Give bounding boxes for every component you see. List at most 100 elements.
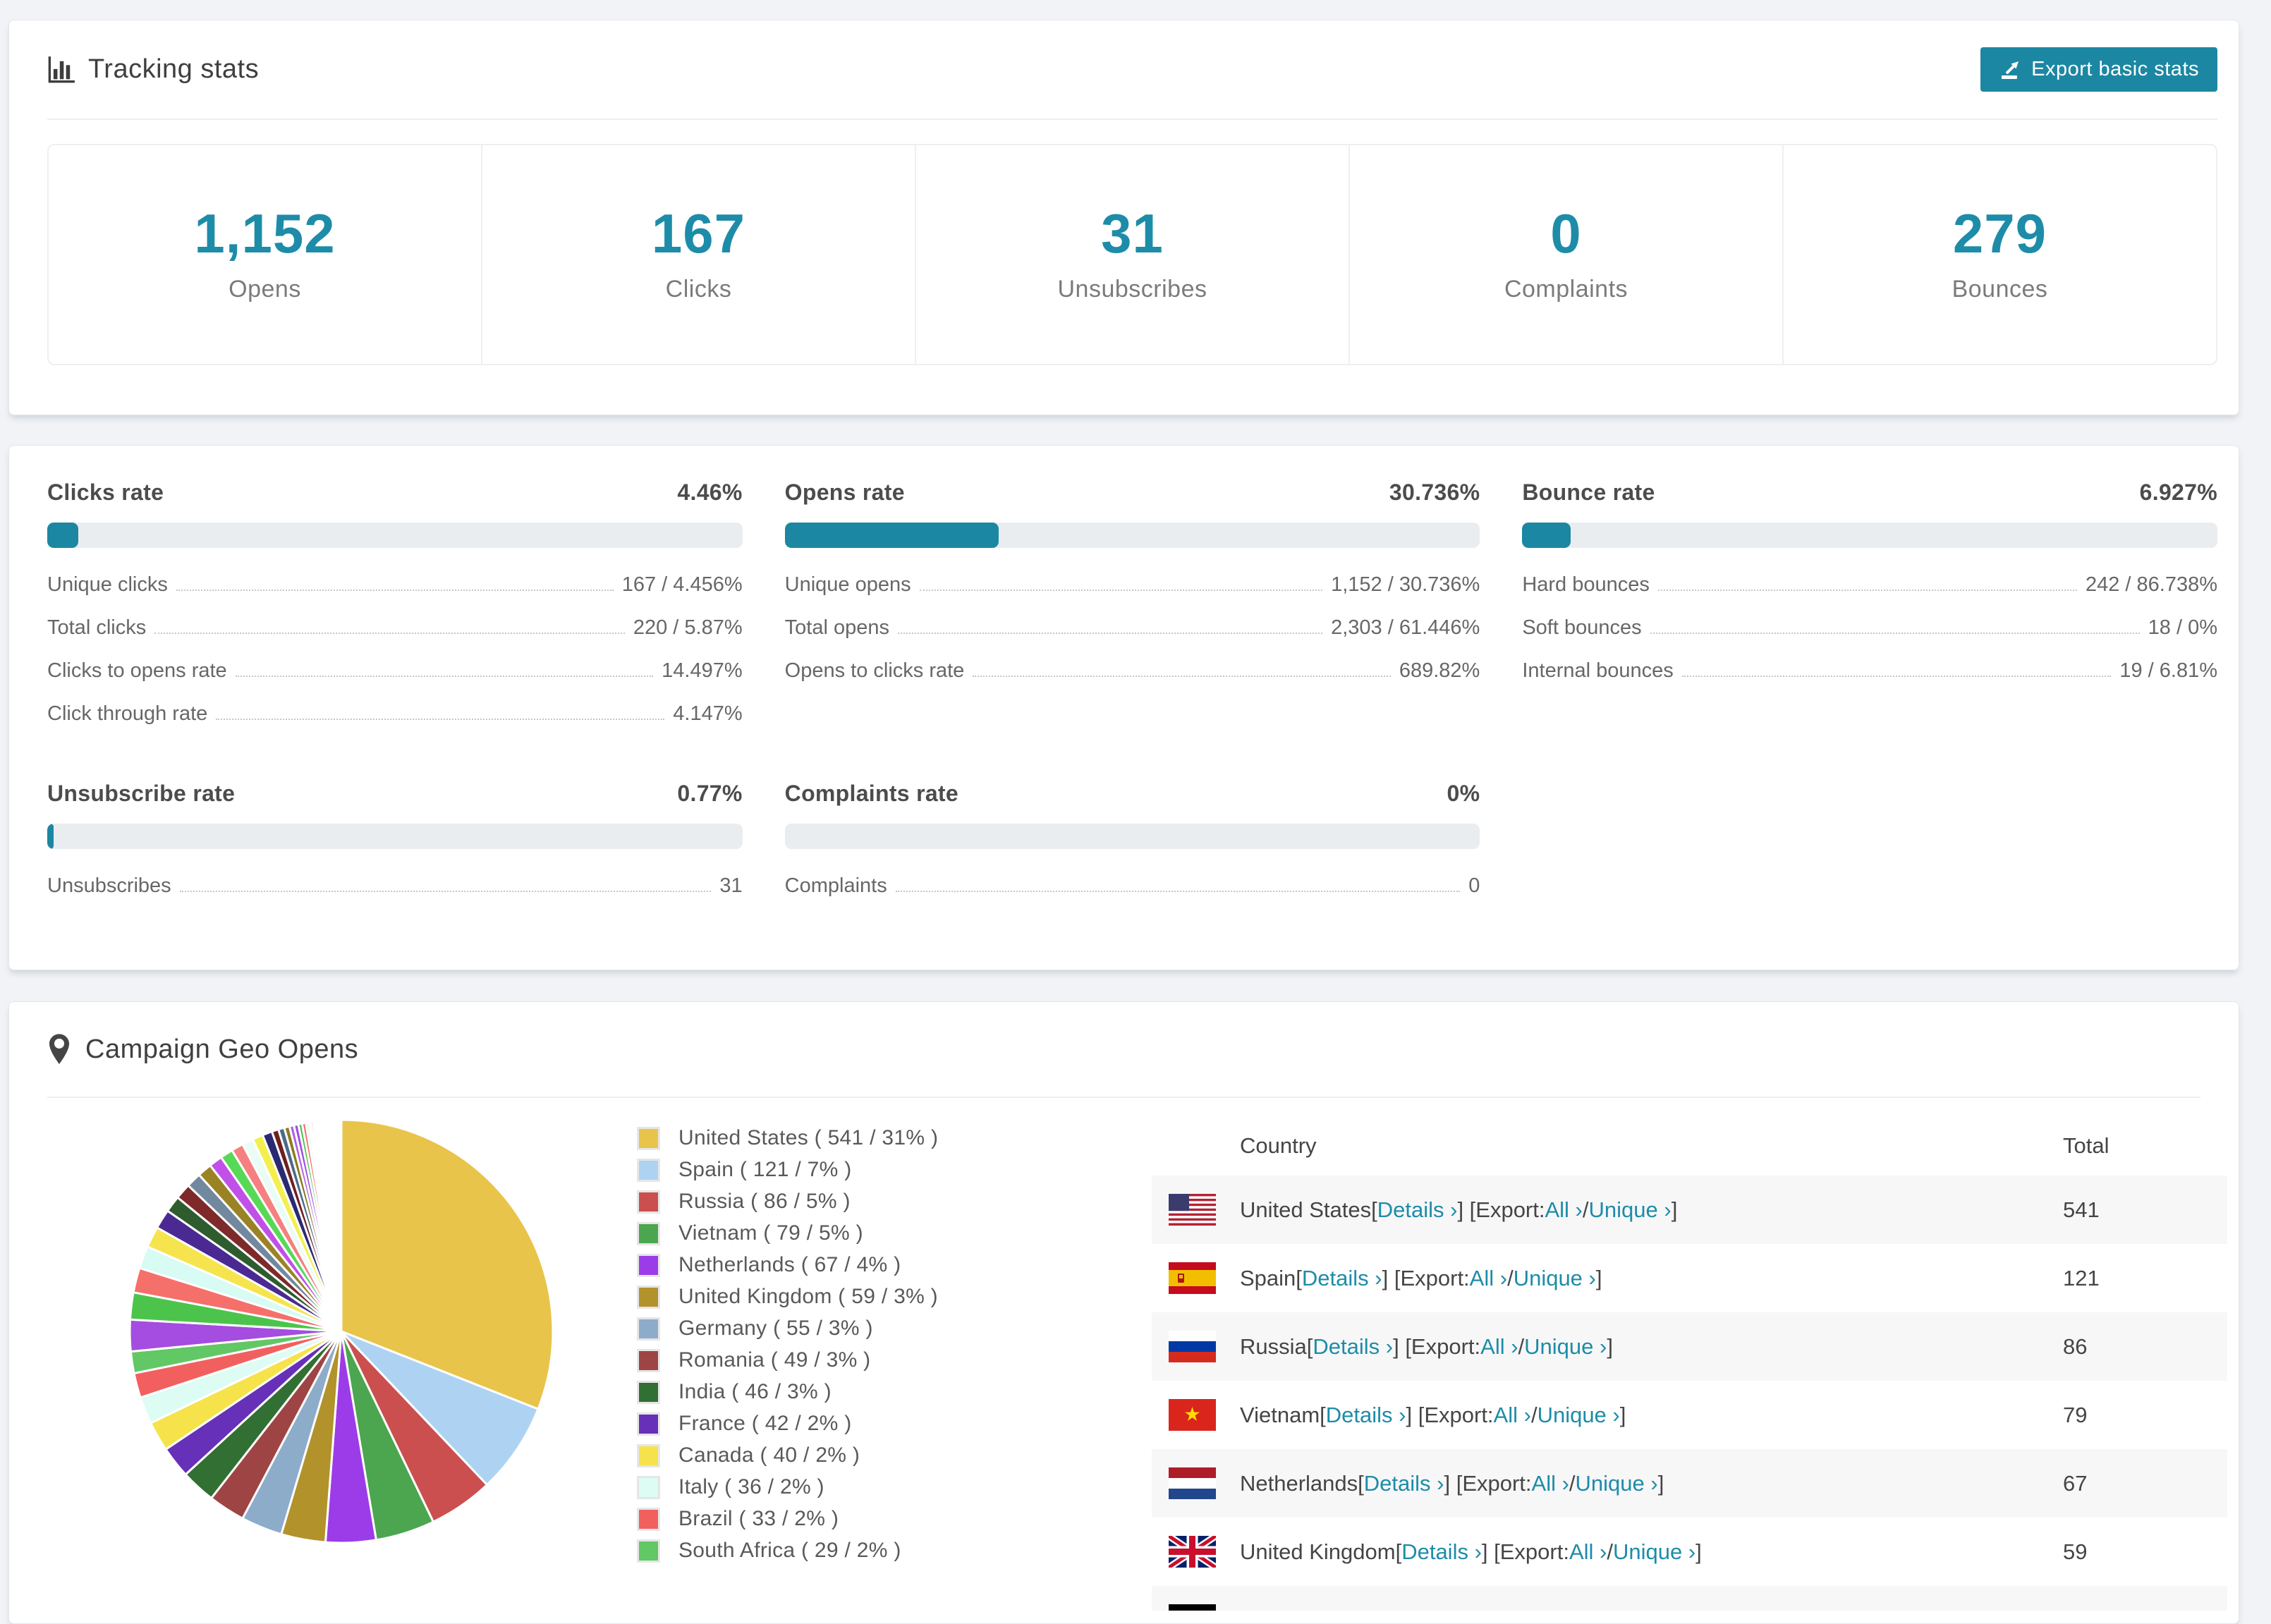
legend-label: India ( 46 / 3% )	[678, 1380, 832, 1403]
rate-title: Clicks rate	[47, 480, 164, 505]
rate-row: Hard bounces 242 / 86.738%	[1522, 563, 2217, 606]
rate-section-header: Clicks rate 4.46%	[47, 480, 743, 506]
stat-value: 279	[1952, 202, 2047, 264]
rate-progressbar	[47, 824, 743, 849]
details-link[interactable]: Details ›	[1377, 1197, 1458, 1223]
export-unique-link[interactable]: Unique ›	[1538, 1403, 1620, 1428]
rate-row-leader	[1650, 633, 2140, 634]
legend-swatch	[637, 1348, 660, 1372]
rate-value: 0.77%	[677, 781, 743, 806]
rate-title: Bounce rate	[1522, 480, 1655, 505]
details-link[interactable]: Details ›	[1364, 1471, 1444, 1496]
rate-row: Soft bounces 18 / 0%	[1522, 606, 2217, 649]
card-tracking-stats: Tracking stats Export basic stats 1,152 …	[8, 20, 2239, 415]
details-link[interactable]: Details ›	[1313, 1334, 1393, 1360]
rate-row: Unique clicks 167 / 4.456%	[47, 563, 743, 606]
rate-row-leader	[895, 891, 1461, 892]
geo-table: Country Total United States [Details ›] …	[1152, 1116, 2227, 1611]
legend-label: South Africa ( 29 / 2% )	[678, 1539, 901, 1562]
total-value: 67	[2063, 1470, 2088, 1496]
country-name: United Kingdom	[1240, 1539, 1396, 1564]
stat-value: 31	[1101, 202, 1164, 264]
export-all-link[interactable]: All ›	[1494, 1403, 1531, 1428]
export-unique-link[interactable]: Unique ›	[1547, 1608, 1630, 1611]
country-flag	[1169, 1604, 1216, 1611]
table-row: Netherlands [Details ›] [Export: All › /…	[1152, 1449, 2227, 1518]
country-flag	[1169, 1262, 1216, 1294]
country-cell: Netherlands [Details ›] [Export: All › /…	[1240, 1470, 1664, 1496]
legend-label: Germany ( 55 / 3% )	[678, 1317, 873, 1340]
rate-row-label: Complaints	[784, 874, 887, 897]
export-basic-stats-button[interactable]: Export basic stats	[1980, 47, 2217, 92]
rate-row-leader	[1681, 676, 2112, 677]
export-unique-link[interactable]: Unique ›	[1524, 1334, 1607, 1360]
rate-value: 6.927%	[2139, 480, 2217, 505]
rate-row-value: 14.497%	[662, 659, 743, 682]
legend-item: Netherlands ( 67 / 4% )	[637, 1253, 967, 1277]
legend-swatch	[637, 1285, 660, 1309]
stat-label: Unsubscribes	[1057, 276, 1207, 303]
rate-progressbar	[47, 523, 743, 548]
rate-section-header: Opens rate 30.736%	[785, 480, 1480, 506]
rate-section: Bounce rate 6.927% Hard bounces 242 / 86…	[1522, 480, 2217, 735]
stat-value: 0	[1550, 202, 1582, 264]
table-row: Vietnam [Details ›] [Export: All › / Uni…	[1152, 1381, 2227, 1449]
details-link[interactable]: Details ›	[1401, 1539, 1482, 1565]
legend-swatch	[637, 1443, 660, 1467]
rate-row-label: Internal bounces	[1522, 659, 1674, 682]
rate-row-label: Opens to clicks rate	[784, 659, 965, 682]
export-all-link[interactable]: All ›	[1545, 1197, 1582, 1223]
details-link[interactable]: Details ›	[1302, 1266, 1382, 1291]
country-flag	[1169, 1536, 1216, 1568]
rate-title: Opens rate	[784, 480, 905, 505]
details-link[interactable]: Details ›	[1336, 1608, 1416, 1611]
legend-label: United Kingdom ( 59 / 3% )	[678, 1285, 938, 1308]
rate-value: 0%	[1447, 781, 1480, 806]
geo-body: United States ( 541 / 31% ) Spain ( 121 …	[9, 1098, 2239, 1611]
legend-label: Netherlands ( 67 / 4% )	[678, 1253, 901, 1276]
details-link[interactable]: Details ›	[1326, 1403, 1406, 1428]
legend-swatch	[637, 1253, 660, 1277]
rate-row: Unsubscribes 31	[47, 865, 743, 908]
rate-row-value: 689.82%	[1399, 659, 1480, 682]
export-all-link[interactable]: All ›	[1504, 1608, 1541, 1611]
export-all-link[interactable]: All ›	[1470, 1266, 1507, 1291]
legend-item: Spain ( 121 / 7% )	[637, 1158, 967, 1182]
export-unique-link[interactable]: Unique ›	[1576, 1471, 1658, 1496]
rate-section: Opens rate 30.736% Unique opens 1,152 / …	[784, 480, 1480, 735]
export-all-link[interactable]: All ›	[1532, 1471, 1569, 1496]
geo-header: Campaign Geo Opens	[47, 1002, 2200, 1098]
legend-swatch	[637, 1158, 660, 1182]
export-all-link[interactable]: All ›	[1480, 1334, 1518, 1360]
export-unique-link[interactable]: Unique ›	[1589, 1197, 1672, 1223]
legend-item: United Kingdom ( 59 / 3% )	[637, 1285, 967, 1309]
stats-summary: 1,152 Opens 167 Clicks 31 Unsubscribes 0…	[47, 144, 2217, 365]
stat-box: 167 Clicks	[482, 145, 916, 364]
country-name: United States	[1240, 1197, 1372, 1222]
rate-row: Total opens 2,303 / 61.446%	[785, 606, 1480, 649]
rate-row-value: 31	[719, 874, 743, 897]
tracking-stats-header: Tracking stats Export basic stats	[47, 20, 2217, 120]
geo-pie-wrap	[126, 1116, 556, 1546]
rate-rows: Unsubscribes 31	[47, 865, 743, 908]
legend-label: Canada ( 40 / 2% )	[678, 1443, 860, 1467]
rate-section: Unsubscribe rate 0.77% Unsubscribes 31	[47, 781, 743, 908]
export-unique-link[interactable]: Unique ›	[1514, 1266, 1596, 1291]
stat-value: 167	[651, 202, 746, 264]
geo-pie-chart[interactable]	[126, 1116, 556, 1546]
table-row: Spain [Details ›] [Export: All › / Uniqu…	[1152, 1244, 2227, 1312]
legend-swatch	[637, 1507, 660, 1531]
total-value: 55	[2063, 1608, 2227, 1611]
country-cell: United Kingdom [Details ›] [Export: All …	[1240, 1539, 1702, 1565]
stat-label: Opens	[229, 276, 301, 303]
rate-row-leader	[235, 676, 654, 677]
export-all-link[interactable]: All ›	[1569, 1539, 1607, 1565]
table-rows: United States [Details ›] [Export: All ›…	[1152, 1176, 2227, 1611]
rate-row-leader	[919, 590, 1323, 591]
legend-label: Vietnam ( 79 / 5% )	[678, 1221, 863, 1245]
export-button-label: Export basic stats	[2031, 58, 2199, 80]
export-unique-link[interactable]: Unique ›	[1613, 1539, 1695, 1565]
rate-row-leader	[176, 590, 614, 591]
rate-row-leader	[216, 719, 665, 720]
total-value: 59	[2063, 1539, 2088, 1564]
